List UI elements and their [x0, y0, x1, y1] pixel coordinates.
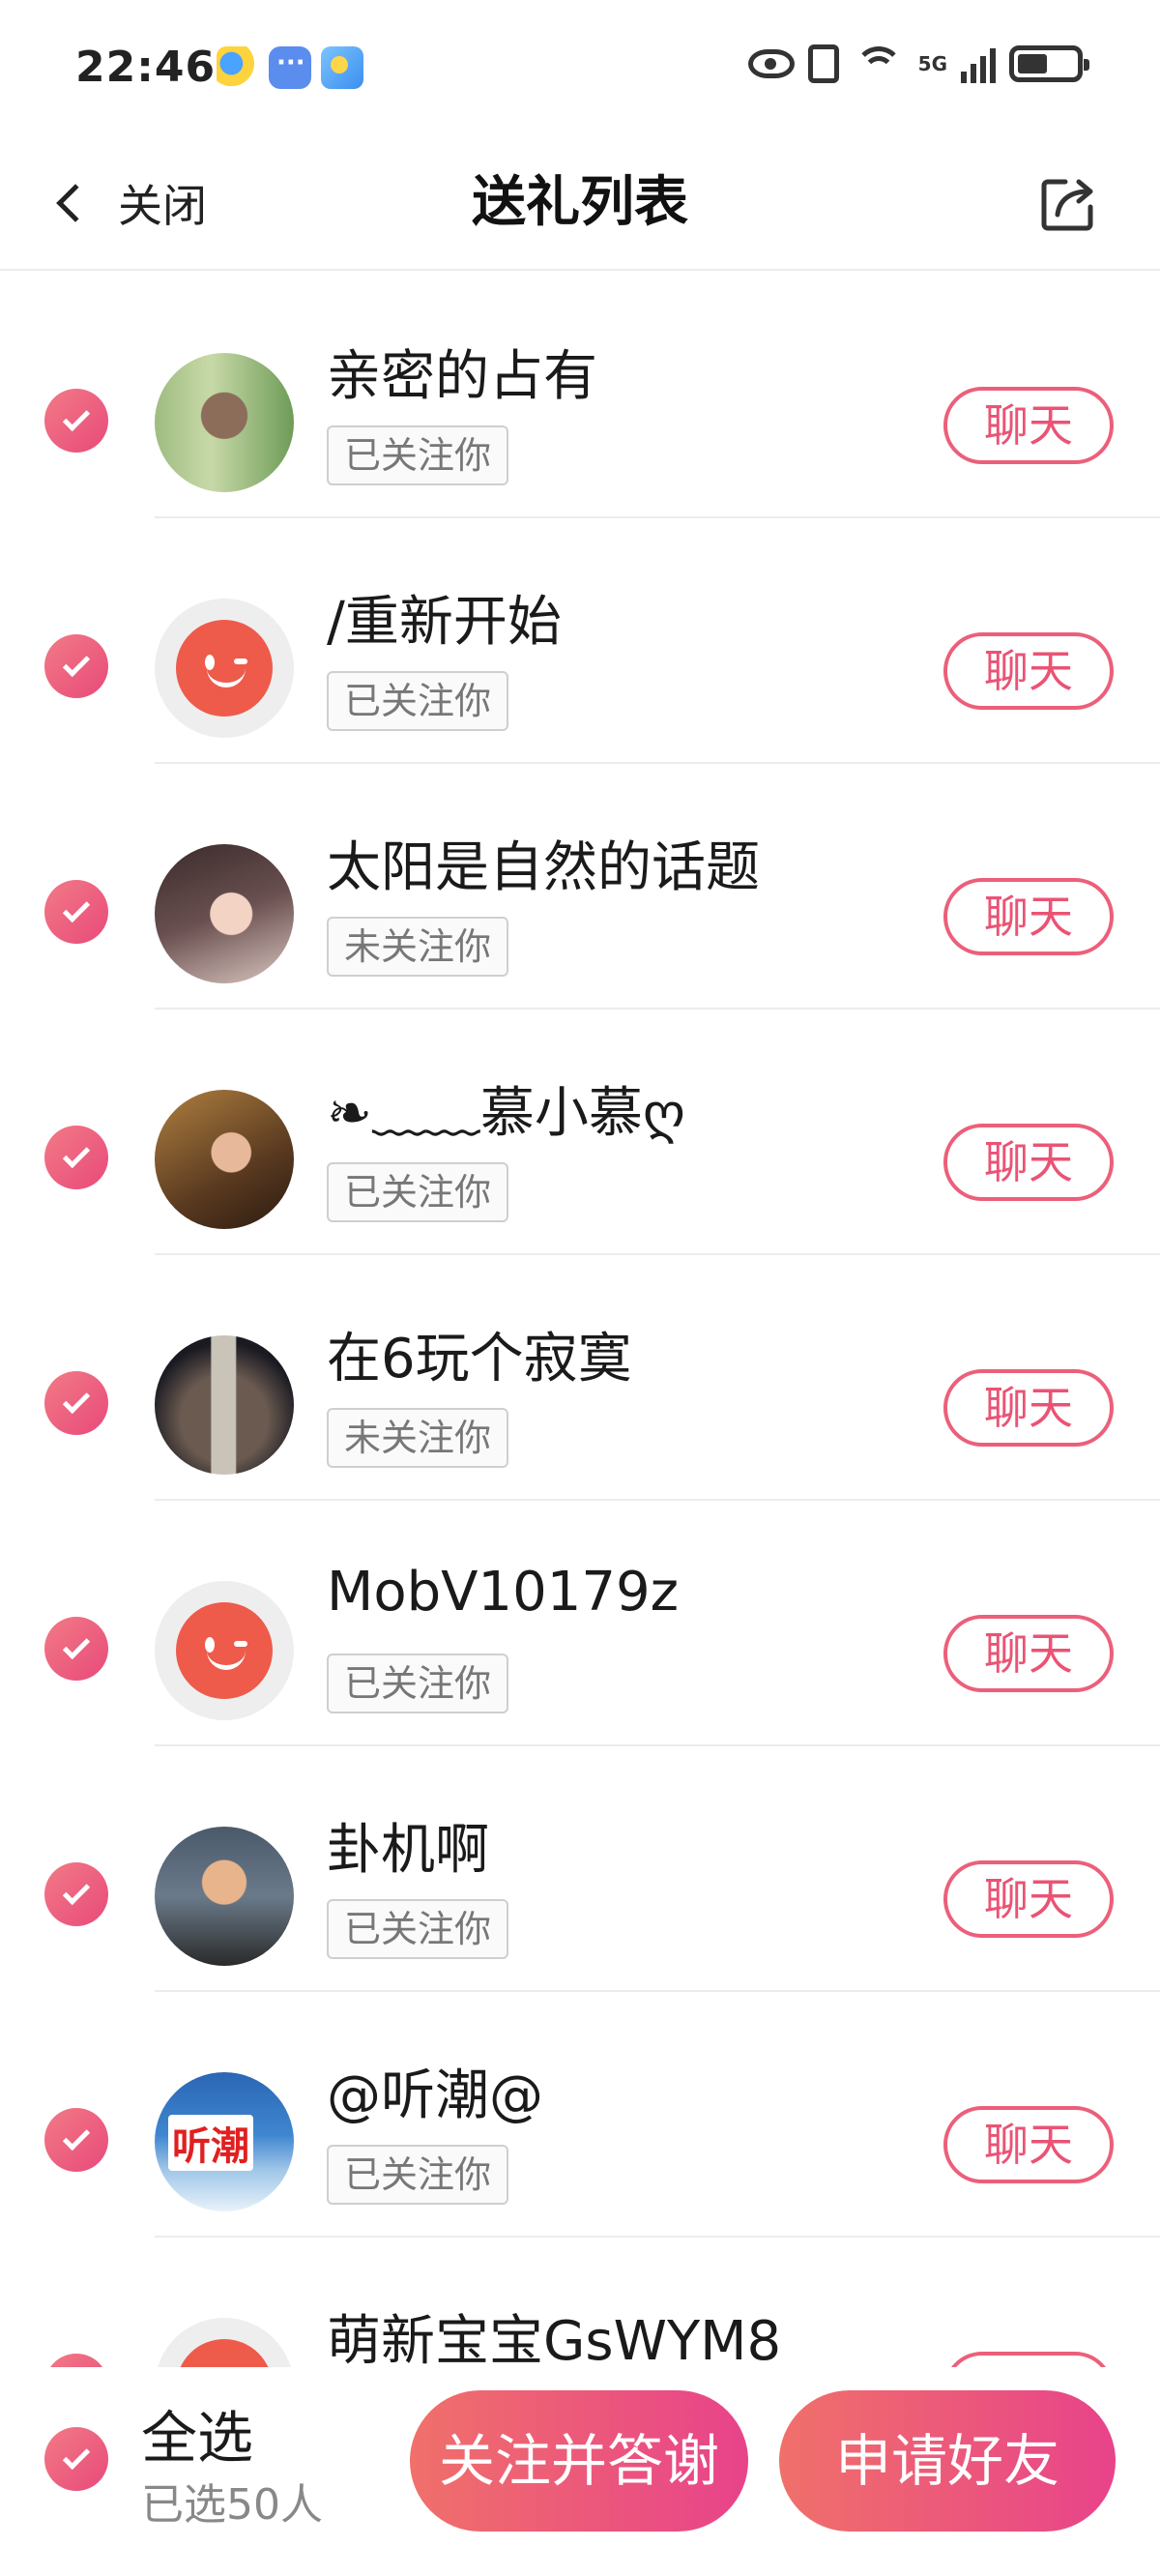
check-icon	[62, 1140, 91, 1169]
selected-count: 已选50人	[141, 2480, 323, 2530]
chat-button[interactable]: 聊天	[943, 2106, 1114, 2183]
select-checkbox[interactable]	[44, 1862, 108, 1926]
avatar[interactable]	[155, 1827, 294, 1966]
list-item: /重新开始 已关注你 聊天	[0, 518, 1160, 764]
check-icon	[62, 1386, 91, 1415]
page-title: 送礼列表	[472, 171, 688, 234]
avatar[interactable]	[155, 844, 294, 983]
list-item: 听潮 @听潮@ 已关注你 聊天	[0, 1992, 1160, 2238]
list-item: 卦机啊 已关注你 聊天	[0, 1746, 1160, 1992]
gift-sender-list: 亲密的占有 已关注你 聊天 /重新开始 已关注你 聊天 太阳是自然的话题 未关注…	[0, 273, 1160, 2367]
username: 在6玩个寂寞	[327, 1328, 632, 1390]
username: 萌新宝宝GsWYM8	[327, 2310, 782, 2367]
signal-icon	[961, 44, 996, 83]
list-item: 在6玩个寂寞 未关注你 聊天	[0, 1255, 1160, 1501]
select-checkbox[interactable]	[44, 1126, 108, 1189]
check-icon	[62, 2442, 91, 2471]
username: /重新开始	[327, 591, 562, 654]
chat-button[interactable]: 聊天	[943, 1369, 1114, 1447]
select-checkbox[interactable]	[44, 1371, 108, 1435]
username: @听潮@	[327, 2064, 543, 2127]
avatar[interactable]	[155, 2318, 294, 2367]
add-friend-button[interactable]: 申请好友	[779, 2390, 1116, 2532]
chat-button[interactable]: 聊天	[943, 1615, 1114, 1692]
select-checkbox[interactable]	[44, 880, 108, 944]
message-notification-icon	[269, 46, 311, 89]
status-bar: 22:46 5G	[0, 0, 1160, 135]
chat-button[interactable]: 聊天	[943, 632, 1114, 710]
follow-status-tag: 已关注你	[327, 425, 509, 485]
share-icon[interactable]	[1036, 170, 1102, 236]
select-checkbox[interactable]	[44, 2354, 108, 2367]
weather-notification-icon	[321, 46, 363, 89]
check-icon	[62, 894, 91, 923]
list-item: 亲密的占有 已关注你 聊天	[0, 273, 1160, 518]
avatar[interactable]	[155, 1581, 294, 1720]
list-item: MobV10179z 已关注你 聊天	[0, 1501, 1160, 1746]
avatar[interactable]	[155, 599, 294, 738]
follow-and-thank-button[interactable]: 关注并答谢	[410, 2390, 748, 2532]
list-item: ❧﹏﹏慕小慕ღ 已关注你 聊天	[0, 1010, 1160, 1255]
vibrate-icon	[807, 44, 839, 83]
check-icon	[62, 1631, 91, 1660]
check-icon	[62, 649, 91, 678]
username: MobV10179z	[327, 1561, 679, 1624]
follow-status-tag: 未关注你	[327, 917, 509, 977]
network-type-label: 5G	[917, 52, 947, 75]
default-avatar-icon	[176, 2339, 273, 2367]
check-icon	[62, 403, 91, 432]
follow-status-tag: 已关注你	[327, 1899, 509, 1959]
select-all-checkbox[interactable]	[44, 2427, 108, 2491]
select-checkbox[interactable]	[44, 1617, 108, 1681]
select-checkbox[interactable]	[44, 634, 108, 698]
nav-bar: 关闭 送礼列表	[0, 135, 1160, 271]
follow-status-tag: 已关注你	[327, 1654, 509, 1713]
list-item: 萌新宝宝GsWYM8 聊天	[0, 2238, 1160, 2367]
avatar[interactable]	[155, 1335, 294, 1475]
battery-icon	[1009, 45, 1089, 82]
follow-status-tag: 未关注你	[327, 1408, 509, 1468]
check-icon	[62, 1877, 91, 1906]
chat-button[interactable]: 聊天	[943, 2352, 1114, 2367]
chat-button[interactable]: 聊天	[943, 1124, 1114, 1201]
bottom-action-bar: 全选 已选50人 关注并答谢 申请好友	[0, 2367, 1160, 2576]
username: 亲密的占有	[327, 345, 597, 408]
status-time: 22:46	[75, 43, 217, 92]
follow-status-tag: 已关注你	[327, 671, 509, 731]
follow-status-tag: 已关注你	[327, 2145, 509, 2205]
system-status-icons: 5G	[747, 44, 1089, 83]
avatar[interactable]	[155, 1090, 294, 1229]
chat-button[interactable]: 聊天	[943, 387, 1114, 464]
follow-status-tag: 已关注你	[327, 1162, 509, 1222]
app-notification-icon	[217, 46, 259, 89]
username: ❧﹏﹏慕小慕ღ	[327, 1082, 685, 1145]
avatar[interactable]	[155, 353, 294, 492]
list-item: 太阳是自然的话题 未关注你 聊天	[0, 764, 1160, 1010]
notification-icons	[217, 46, 363, 89]
wifi-icon	[853, 44, 905, 83]
check-icon	[62, 2122, 91, 2152]
username: 卦机啊	[327, 1819, 489, 1882]
select-all-label[interactable]: 全选	[141, 2392, 253, 2474]
select-checkbox[interactable]	[44, 2108, 108, 2172]
chat-button[interactable]: 聊天	[943, 878, 1114, 955]
chat-button[interactable]: 聊天	[943, 1860, 1114, 1938]
username: 太阳是自然的话题	[327, 836, 760, 899]
avatar-text: 听潮	[168, 2115, 253, 2171]
eye-icon	[747, 49, 795, 78]
select-checkbox[interactable]	[44, 389, 108, 453]
avatar[interactable]: 听潮	[155, 2072, 294, 2211]
